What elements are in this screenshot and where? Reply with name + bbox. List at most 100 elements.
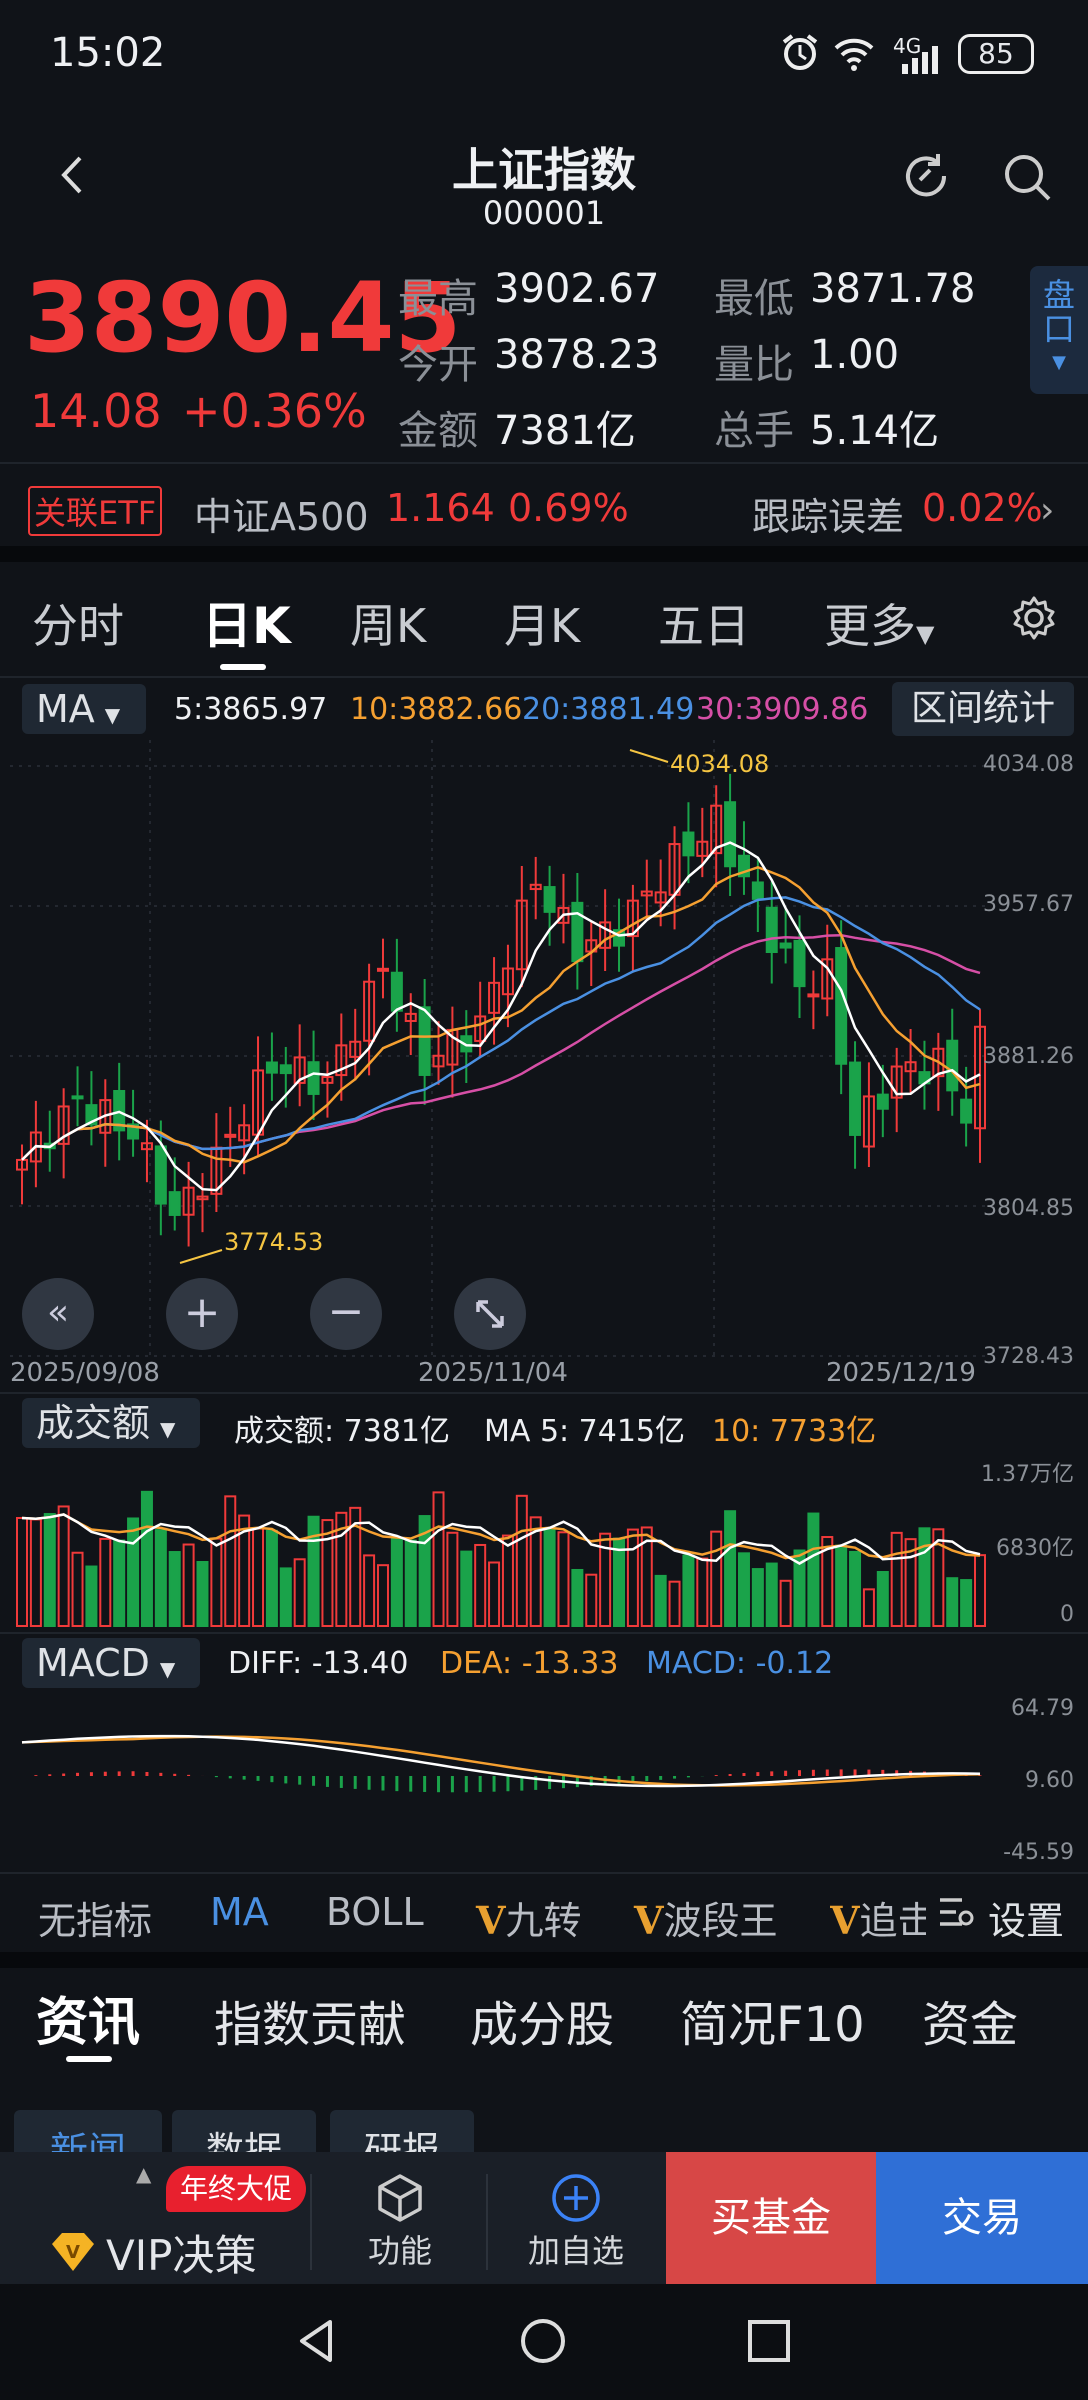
- volume-bar: [862, 1588, 875, 1627]
- volume-bar: [224, 1495, 237, 1628]
- volume-bar: [682, 1554, 695, 1627]
- etf-tag: 关联ETF: [28, 486, 163, 536]
- tab-constituents[interactable]: 成分股: [470, 1985, 614, 2055]
- volume-bar: [474, 1543, 487, 1627]
- candle-body: [418, 1006, 431, 1076]
- caret-down-icon: ▼: [160, 1417, 176, 1441]
- volume-bar: [876, 1571, 889, 1627]
- volume-bar: [779, 1579, 792, 1628]
- macd-selector[interactable]: MACD ▼: [22, 1638, 200, 1688]
- zoom-out-icon[interactable]: −: [310, 1278, 382, 1350]
- last-price: 3890.45: [24, 262, 462, 374]
- caret-up-icon: ▲: [136, 2162, 152, 2186]
- volume-bar: [127, 1517, 140, 1627]
- tab-monthly-k[interactable]: 月K: [504, 590, 580, 656]
- promo-badge: 年终大促: [166, 2166, 307, 2212]
- volume-bar: [252, 1527, 265, 1627]
- high-label: 最高: [398, 276, 478, 322]
- etf-name[interactable]: 中证A500: [194, 486, 369, 541]
- search-icon[interactable]: [1000, 150, 1056, 206]
- candle-body: [571, 901, 584, 963]
- tab-index-contribution[interactable]: 指数贡献: [214, 1985, 406, 2055]
- price-tick: 3728.43: [983, 1344, 1074, 1369]
- volume-bar: [557, 1531, 570, 1627]
- volume-bar: [571, 1568, 584, 1627]
- nav-recents-icon[interactable]: [746, 2318, 792, 2364]
- high-marker-label: 4034.08: [670, 750, 770, 778]
- indicator-ma[interactable]: MA: [210, 1890, 269, 1934]
- hands-label: 总手: [714, 408, 794, 454]
- tab-daily-k[interactable]: 日K: [202, 586, 291, 658]
- candle-body: [390, 971, 403, 1012]
- volume-selector[interactable]: 成交额 ▼: [22, 1398, 200, 1448]
- volume-bar: [140, 1490, 153, 1627]
- refresh-icon[interactable]: [898, 148, 954, 204]
- ma10-value: 10:3882.66: [350, 692, 523, 727]
- tab-f10[interactable]: 简况F10: [680, 1985, 865, 2055]
- indicator-settings[interactable]: 设置: [926, 1880, 1088, 1943]
- volume-bar: [71, 1551, 84, 1627]
- volume-bar: [668, 1580, 681, 1628]
- candle-body: [724, 801, 737, 868]
- indicator-jiuzhuan[interactable]: V九转: [476, 1890, 582, 1945]
- function-button[interactable]: 功能: [340, 2170, 460, 2280]
- tab-news[interactable]: 资讯: [36, 1980, 140, 2055]
- volume-bar: [363, 1554, 376, 1627]
- battery-level: 85: [978, 37, 1014, 70]
- volume-bar: [751, 1568, 764, 1627]
- etf-pct: 0.69%: [508, 486, 629, 530]
- candle-body: [279, 1064, 292, 1075]
- volume-bar: [99, 1537, 112, 1627]
- volume-bar: [210, 1537, 223, 1627]
- diamond-icon: V: [48, 2230, 98, 2274]
- order-book-tab[interactable]: 盘口 ▼: [1030, 266, 1088, 394]
- tab-more-label: 更多: [824, 599, 916, 653]
- tab-capital[interactable]: 资金: [922, 1985, 1018, 2055]
- candle-body: [71, 1095, 84, 1100]
- alarm-icon: [780, 32, 820, 72]
- vip-v-icon: V: [634, 1898, 664, 1943]
- indicator-zhuiji[interactable]: V追击: [830, 1890, 926, 1945]
- volume-bar: [654, 1574, 667, 1627]
- scroll-left-icon[interactable]: «: [22, 1278, 94, 1350]
- chevron-right-icon[interactable]: ›: [1040, 490, 1054, 531]
- add-watchlist-button[interactable]: 加自选: [516, 2170, 636, 2280]
- fullscreen-icon[interactable]: [454, 1278, 526, 1350]
- volume-chart: [16, 1490, 986, 1628]
- ma-selector[interactable]: MA ▼: [22, 684, 146, 734]
- indicator-none[interactable]: 无指标: [38, 1890, 152, 1945]
- volume-bar: [390, 1537, 403, 1627]
- price-change-pct: +0.36%: [182, 384, 367, 438]
- tab-more[interactable]: 更多▼: [824, 590, 934, 656]
- volume-bar: [849, 1550, 862, 1627]
- volume-bar: [613, 1537, 626, 1627]
- volume-bar: [321, 1519, 334, 1627]
- nav-back-icon[interactable]: [292, 2316, 342, 2366]
- ratio-label: 量比: [714, 342, 794, 388]
- tab-weekly-k[interactable]: 周K: [350, 590, 426, 656]
- indicator-boll[interactable]: BOLL: [326, 1890, 424, 1934]
- tab-five-day[interactable]: 五日: [658, 590, 750, 656]
- price-tick: 3957.67: [983, 892, 1074, 917]
- macd-tick: -45.59: [1003, 1840, 1074, 1865]
- trade-button[interactable]: 交易: [876, 2152, 1088, 2284]
- candle-body: [779, 942, 792, 949]
- candle-body: [265, 1061, 278, 1074]
- caret-down-icon: ▼: [104, 703, 121, 727]
- vip-label: VIP决策: [106, 2231, 257, 2280]
- volume-bar: [404, 1539, 417, 1627]
- tab-timeshare[interactable]: 分时: [32, 590, 124, 656]
- indicator-boduanwang-label: 波段王: [663, 1899, 778, 1943]
- gear-icon[interactable]: [1010, 594, 1058, 642]
- interval-stats-button[interactable]: 区间统计: [892, 682, 1074, 736]
- volume-bar: [946, 1577, 959, 1627]
- volume-bar: [113, 1539, 126, 1627]
- volume-bar: [154, 1529, 167, 1627]
- buy-fund-button[interactable]: 买基金: [666, 2152, 876, 2284]
- candle-body: [835, 947, 848, 1065]
- kline-chart[interactable]: [0, 740, 1088, 1380]
- nav-home-icon[interactable]: [518, 2316, 568, 2366]
- zoom-in-icon[interactable]: +: [166, 1278, 238, 1350]
- indicator-boduanwang[interactable]: V波段王: [634, 1890, 778, 1945]
- plus-circle-icon: [552, 2174, 600, 2222]
